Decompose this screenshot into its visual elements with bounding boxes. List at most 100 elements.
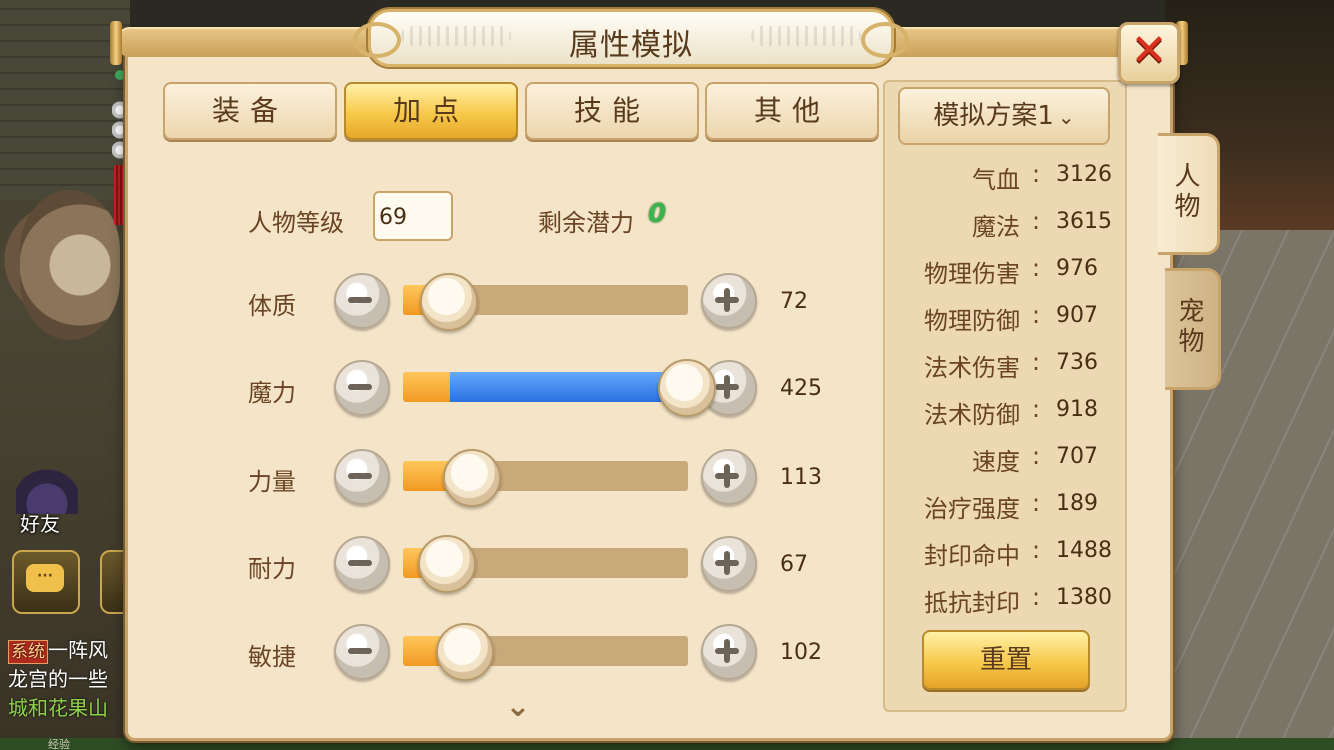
tab-equipment[interactable]: 装备	[163, 82, 337, 140]
agility-value: 102	[780, 640, 822, 665]
tab-add-points[interactable]: 加点	[344, 82, 518, 140]
strength-slider-handle[interactable]	[443, 449, 501, 507]
plus-icon	[724, 639, 730, 663]
attribute-name: 气血	[972, 166, 1020, 194]
plan-selected: 模拟方案1	[933, 101, 1054, 131]
attribute-name: 魔法	[972, 213, 1020, 241]
level-input[interactable]: 69	[373, 191, 453, 241]
minus-icon	[348, 297, 372, 303]
attribute-simulator-window: 属性模拟 装备 加点 技能 其他 人物等级 69 剩余潜力 0 体质 72 魔力…	[110, 9, 1188, 741]
minus-icon	[348, 648, 372, 654]
plus-icon	[724, 375, 730, 399]
friend-icon	[16, 464, 78, 514]
tab-other[interactable]: 其他	[705, 82, 879, 140]
decrease-endurance-button[interactable]	[334, 536, 390, 592]
side-tab-character[interactable]: 人物	[1158, 133, 1220, 255]
attribute-value: 736	[1056, 350, 1098, 375]
friend-label: 好友	[20, 512, 60, 536]
window-title: 属性模拟	[569, 28, 693, 63]
tassel-bead	[115, 70, 125, 80]
decrease-strength-button[interactable]	[334, 449, 390, 505]
attribute-colon: :	[1032, 395, 1041, 423]
exp-label: 经验	[48, 738, 70, 750]
tab-skills[interactable]: 技能	[525, 82, 699, 140]
attribute-colon: :	[1032, 442, 1041, 470]
minus-icon	[348, 384, 372, 390]
attribute-value: 3615	[1056, 209, 1112, 234]
agility-slider-handle[interactable]	[436, 623, 494, 681]
attribute-row: 速度:707	[898, 442, 1108, 476]
attribute-name: 封印命中	[924, 542, 1020, 570]
attribute-colon: :	[1032, 254, 1041, 282]
increase-endurance-button[interactable]	[701, 536, 757, 592]
chat-bubble-icon: ···	[26, 564, 64, 592]
scene-drum	[20, 190, 120, 340]
attribute-row: 法术防御:918	[898, 395, 1108, 429]
minus-icon	[348, 560, 372, 566]
decrease-constitution-button[interactable]	[334, 273, 390, 329]
friend-button[interactable]: 好友	[8, 460, 80, 536]
attribute-name: 抵抗封印	[924, 589, 1020, 617]
decrease-agility-button[interactable]	[334, 624, 390, 680]
attribute-row: 物理伤害:976	[898, 254, 1108, 288]
attribute-row: 封印命中:1488	[898, 536, 1112, 570]
attribute-name: 物理防御	[924, 307, 1020, 335]
attribute-value: 707	[1056, 444, 1098, 469]
potential-label: 剩余潜力	[538, 209, 634, 237]
side-tab-label: 宠物	[1178, 297, 1205, 357]
attribute-row: 抵抗封印:1380	[898, 583, 1112, 617]
chat-log[interactable]: 系统 一阵风 龙宫的一些 城和花果山	[8, 636, 133, 726]
increase-strength-button[interactable]	[701, 449, 757, 505]
attribute-name: 物理伤害	[924, 260, 1020, 288]
increase-constitution-button[interactable]	[701, 273, 757, 329]
attribute-value: 189	[1056, 491, 1098, 516]
attribute-row: 气血:3126	[898, 160, 1112, 194]
reset-button[interactable]: 重置	[922, 630, 1090, 690]
attribute-colon: :	[1032, 207, 1041, 235]
window-rod-left	[110, 21, 122, 65]
attribute-name: 法术防御	[924, 401, 1020, 429]
magic-value: 425	[780, 376, 822, 401]
chat-line: 系统 一阵风	[8, 636, 133, 665]
attribute-row: 治疗强度:189	[898, 489, 1108, 523]
stat-label-constitution: 体质	[248, 292, 296, 320]
system-tag: 系统	[8, 640, 48, 664]
attribute-value: 3126	[1056, 162, 1112, 187]
attribute-value: 976	[1056, 256, 1098, 281]
attribute-value: 907	[1056, 303, 1098, 328]
chat-button[interactable]: ···	[12, 550, 80, 614]
attribute-value: 918	[1056, 397, 1098, 422]
side-tab-pet[interactable]: 宠物	[1165, 268, 1221, 390]
endurance-value: 67	[780, 552, 808, 577]
potential-value: 0	[648, 199, 667, 229]
magic-slider[interactable]	[403, 372, 688, 402]
magic-slider-handle[interactable]	[658, 359, 716, 417]
increase-agility-button[interactable]	[701, 624, 757, 680]
side-tab-label: 人物	[1174, 162, 1201, 222]
slider-fill	[403, 372, 450, 402]
constitution-slider-handle[interactable]	[420, 273, 478, 331]
attribute-row: 法术伤害:736	[898, 348, 1108, 382]
constitution-value: 72	[780, 289, 808, 314]
attribute-name: 法术伤害	[924, 354, 1020, 382]
minus-icon	[348, 473, 372, 479]
chat-line: 城和花果山	[8, 696, 108, 720]
scroll-down-chevron-icon[interactable]: ⌄	[500, 692, 536, 722]
plus-icon	[724, 464, 730, 488]
level-label: 人物等级	[248, 209, 344, 237]
decrease-magic-button[interactable]	[334, 360, 390, 416]
strength-value: 113	[780, 465, 822, 490]
plus-icon	[724, 288, 730, 312]
attribute-colon: :	[1032, 301, 1041, 329]
stat-label-endurance: 耐力	[248, 555, 296, 583]
slider-fill-added	[450, 372, 688, 402]
attribute-row: 魔法:3615	[898, 207, 1112, 241]
attribute-colon: :	[1032, 583, 1041, 611]
attribute-value: 1380	[1056, 585, 1112, 610]
attribute-colon: :	[1032, 536, 1041, 564]
endurance-slider-handle[interactable]	[418, 535, 476, 593]
close-button[interactable]: ✕	[1118, 22, 1180, 84]
close-icon: ✕	[1130, 25, 1168, 76]
attribute-colon: :	[1032, 348, 1041, 376]
plan-dropdown[interactable]: 模拟方案1 ⌄	[898, 87, 1110, 145]
